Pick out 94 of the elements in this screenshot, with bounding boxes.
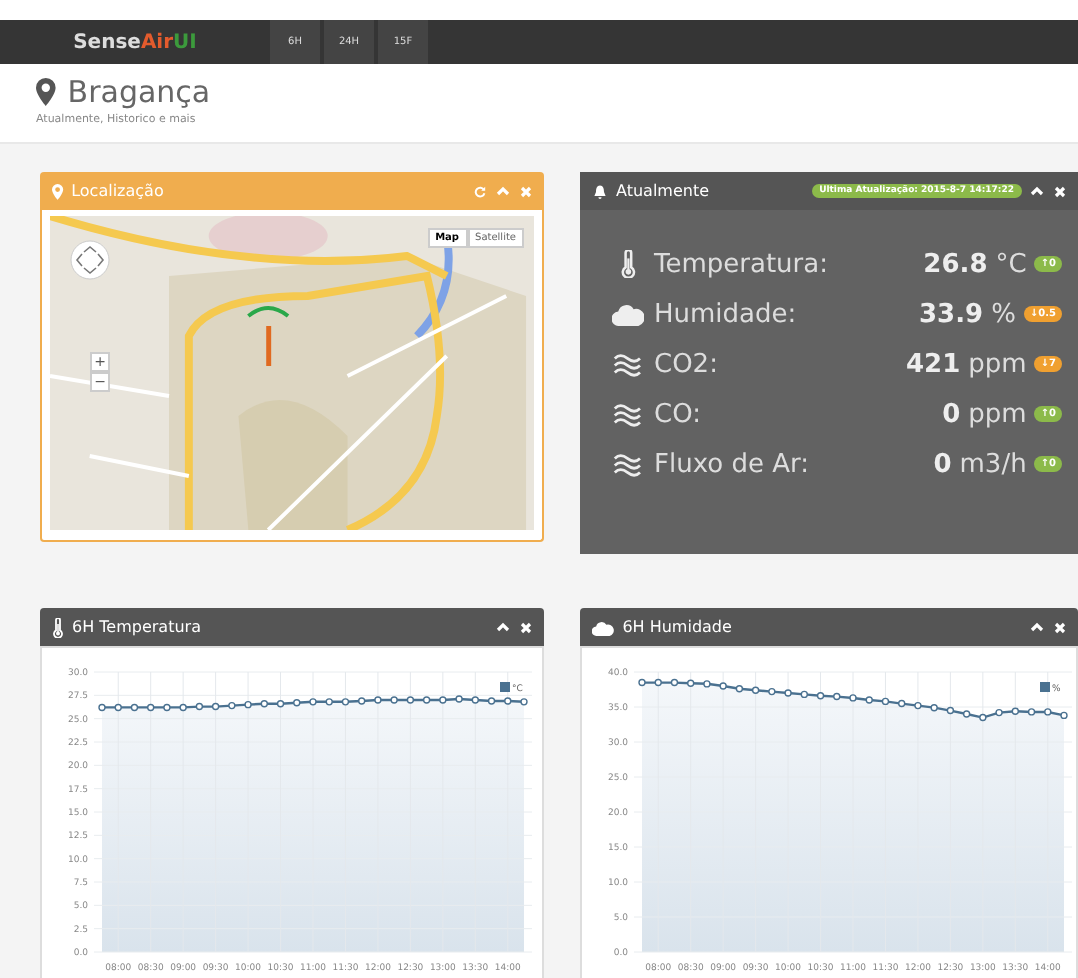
data-point bbox=[487, 697, 496, 705]
data-point bbox=[703, 680, 711, 688]
data-point bbox=[130, 703, 139, 712]
data-point bbox=[995, 708, 1003, 717]
reading-label: Humidade: bbox=[652, 299, 799, 329]
data-point bbox=[914, 701, 922, 710]
data-point bbox=[244, 700, 252, 709]
collapse-icon[interactable] bbox=[1030, 186, 1044, 196]
waves-icon bbox=[612, 350, 644, 378]
data-point bbox=[406, 696, 415, 704]
data-point bbox=[865, 696, 873, 704]
thermometer-icon bbox=[52, 617, 64, 637]
reading-value: 26.8 bbox=[923, 249, 988, 279]
panel-title: Atualmente bbox=[616, 182, 712, 200]
data-point bbox=[881, 697, 890, 706]
data-point bbox=[455, 695, 463, 703]
data-point bbox=[784, 689, 792, 697]
data-point bbox=[260, 700, 268, 708]
reading-value: 0 bbox=[942, 399, 961, 429]
collapse-icon[interactable] bbox=[1030, 622, 1044, 632]
thermometer-icon bbox=[619, 250, 637, 278]
close-icon[interactable] bbox=[520, 621, 532, 633]
map-pin-icon bbox=[52, 183, 64, 199]
data-point bbox=[768, 687, 776, 696]
data-point bbox=[979, 713, 987, 722]
reading-unit: m3/h bbox=[959, 449, 1027, 479]
bell-icon bbox=[592, 183, 608, 199]
data-point bbox=[293, 699, 301, 707]
data-point bbox=[816, 692, 825, 700]
data-point bbox=[114, 703, 122, 712]
data-point bbox=[98, 703, 106, 712]
data-point bbox=[471, 696, 479, 704]
data-point bbox=[211, 702, 220, 711]
data-point bbox=[520, 698, 528, 706]
data-point bbox=[638, 678, 646, 687]
panel-title: Localização bbox=[71, 182, 166, 200]
data-point bbox=[325, 698, 333, 706]
data-point bbox=[504, 697, 512, 705]
data-point bbox=[1044, 708, 1052, 716]
reading-unit: ppm bbox=[968, 349, 1027, 379]
close-icon[interactable] bbox=[1054, 621, 1066, 633]
data-point bbox=[898, 699, 906, 708]
legend-swatch bbox=[500, 682, 510, 692]
data-point bbox=[390, 696, 398, 704]
data-point bbox=[309, 698, 317, 706]
page-title: Bragança bbox=[67, 74, 211, 110]
reading-value: 0 bbox=[933, 449, 952, 479]
data-point bbox=[751, 686, 760, 694]
reading-unit: % bbox=[991, 299, 1016, 329]
data-point bbox=[670, 678, 679, 687]
data-point bbox=[1027, 708, 1036, 716]
legend-swatch bbox=[1040, 682, 1050, 692]
reading-label: Temperatura: bbox=[652, 249, 830, 279]
reading-label: CO2: bbox=[652, 349, 720, 379]
app-logo[interactable]: SenseAirUI bbox=[0, 20, 270, 64]
panel-title: 6H Humidade bbox=[622, 618, 734, 636]
reading-unit: ppm bbox=[968, 399, 1027, 429]
data-point bbox=[1011, 707, 1019, 715]
data-point bbox=[439, 696, 447, 704]
reading-label: CO: bbox=[652, 399, 703, 429]
data-point bbox=[163, 703, 171, 712]
reading-value: 33.9 bbox=[919, 299, 984, 329]
pan-control-icon[interactable] bbox=[70, 240, 110, 280]
data-point bbox=[654, 678, 662, 687]
data-point bbox=[800, 690, 808, 699]
reading-unit: °C bbox=[995, 249, 1027, 279]
data-point bbox=[962, 710, 971, 718]
data-point bbox=[358, 697, 366, 705]
data-point bbox=[374, 696, 382, 704]
data-point bbox=[228, 701, 236, 710]
data-point bbox=[422, 696, 431, 704]
waves-icon bbox=[612, 400, 644, 428]
data-point bbox=[719, 682, 727, 690]
data-point bbox=[833, 692, 841, 701]
data-point bbox=[930, 704, 938, 712]
data-point bbox=[687, 679, 695, 687]
data-point bbox=[735, 685, 744, 693]
map-pin-icon bbox=[36, 78, 56, 106]
collapse-icon[interactable] bbox=[496, 622, 510, 632]
reading-label: Fluxo de Ar: bbox=[652, 449, 811, 479]
panel-title: 6H Temperatura bbox=[72, 618, 203, 636]
data-point bbox=[147, 703, 155, 712]
data-point bbox=[195, 702, 204, 711]
data-point bbox=[849, 694, 857, 702]
close-icon[interactable] bbox=[1054, 185, 1066, 197]
data-point bbox=[341, 698, 350, 706]
waves-icon bbox=[612, 450, 644, 478]
cloud-icon bbox=[592, 619, 615, 635]
data-point bbox=[946, 706, 955, 715]
reading-value: 421 bbox=[906, 349, 961, 379]
cloud-icon bbox=[611, 302, 645, 326]
data-point bbox=[276, 700, 285, 708]
data-point bbox=[179, 703, 187, 712]
data-point bbox=[1060, 711, 1068, 720]
